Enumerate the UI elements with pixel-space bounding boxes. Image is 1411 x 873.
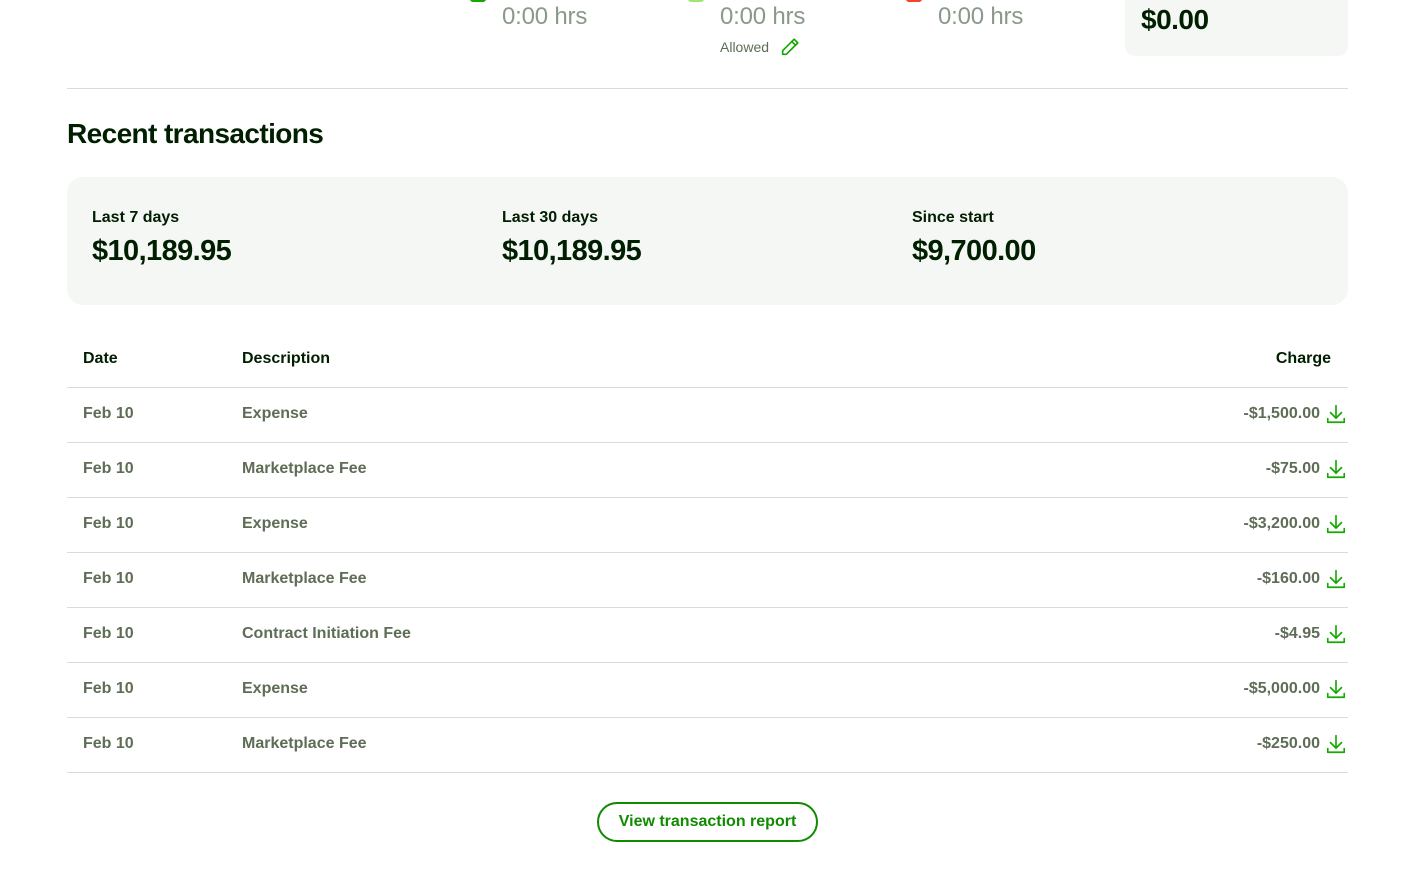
download-icon[interactable] <box>1325 623 1347 645</box>
table-row: Feb 10 Marketplace Fee -$250.00 <box>67 718 1348 773</box>
row-description: Expense <box>242 405 308 422</box>
summary-value: $10,189.95 <box>502 235 642 267</box>
pencil-icon[interactable] <box>779 36 801 58</box>
table-row: Feb 10 Expense -$5,000.00 <box>67 663 1348 718</box>
hours-value: 0:00 hrs <box>502 3 588 30</box>
table-header: Date Description Charge <box>67 333 1348 388</box>
row-charge: -$250.00 <box>1256 735 1320 752</box>
balance-card: $0.00 <box>1125 0 1348 56</box>
row-date: Feb 10 <box>83 405 134 422</box>
row-description: Marketplace Fee <box>242 570 367 587</box>
download-icon[interactable] <box>1325 733 1347 755</box>
row-date: Feb 10 <box>83 460 134 477</box>
row-description: Expense <box>242 515 308 532</box>
summary-value: $9,700.00 <box>912 235 1036 267</box>
summary-label: Last 30 days <box>502 209 599 226</box>
download-icon[interactable] <box>1325 568 1347 590</box>
row-charge: -$4.95 <box>1274 625 1320 642</box>
view-transaction-report-button[interactable]: View transaction report <box>597 802 818 842</box>
summary-label: Last 7 days <box>92 209 180 226</box>
section-divider <box>67 88 1348 89</box>
row-date: Feb 10 <box>83 570 134 587</box>
column-header-date: Date <box>83 350 118 367</box>
row-charge: -$75.00 <box>1265 460 1320 477</box>
row-charge: -$5,000.00 <box>1243 680 1320 697</box>
row-date: Feb 10 <box>83 680 134 697</box>
row-description: Marketplace Fee <box>242 460 367 477</box>
download-icon[interactable] <box>1325 458 1347 480</box>
column-header-description: Description <box>242 350 331 367</box>
hours-item-limit: 0:00 hrs Allowed <box>688 0 806 58</box>
row-description: Expense <box>242 680 308 697</box>
row-description: Marketplace Fee <box>242 735 367 752</box>
summary-last-30-days: Last 30 days $10,189.95 <box>502 209 642 268</box>
legend-swatch-green <box>470 0 486 2</box>
allowed-label: Allowed <box>720 39 770 55</box>
section-title: Recent transactions <box>67 118 324 149</box>
column-header-charge: Charge <box>1275 350 1331 367</box>
table-row: Feb 10 Marketplace Fee -$160.00 <box>67 553 1348 608</box>
row-date: Feb 10 <box>83 515 134 532</box>
hours-value: 0:00 hrs <box>938 3 1024 30</box>
legend-swatch-red <box>906 0 922 2</box>
transactions-table: Date Description Charge Feb 10 Expense -$1… <box>67 333 1348 773</box>
hours-item-worked: 0:00 hrs <box>470 0 588 34</box>
legend-swatch-lightgreen <box>688 0 704 2</box>
row-charge: -$3,200.00 <box>1243 515 1320 532</box>
hours-value: 0:00 hrs <box>720 3 806 30</box>
allowed-row: Allowed <box>720 36 805 58</box>
row-date: Feb 10 <box>83 735 134 752</box>
hours-item-overtime: 0:00 hrs <box>906 0 1024 34</box>
row-charge: -$160.00 <box>1256 570 1320 587</box>
row-date: Feb 10 <box>83 625 134 642</box>
table-row: Feb 10 Marketplace Fee -$75.00 <box>67 443 1348 498</box>
download-icon[interactable] <box>1325 678 1347 700</box>
transactions-summary: Last 7 days $10,189.95 Last 30 days $10,… <box>67 177 1348 305</box>
summary-since-start: Since start $9,700.00 <box>912 209 1036 268</box>
row-charge: -$1,500.00 <box>1243 405 1320 422</box>
table-row: Feb 10 Expense -$1,500.00 <box>67 388 1348 443</box>
balance-value: $0.00 <box>1141 4 1209 35</box>
summary-label: Since start <box>912 209 994 226</box>
download-icon[interactable] <box>1325 403 1347 425</box>
table-row: Feb 10 Contract Initiation Fee -$4.95 <box>67 608 1348 663</box>
summary-last-7-days: Last 7 days $10,189.95 <box>92 209 232 268</box>
download-icon[interactable] <box>1325 513 1347 535</box>
table-body: Feb 10 Expense -$1,500.00 Feb 10 Marketplace… <box>67 388 1348 773</box>
table-row: Feb 10 Expense -$3,200.00 <box>67 498 1348 553</box>
summary-value: $10,189.95 <box>92 235 232 267</box>
row-description: Contract Initiation Fee <box>242 625 411 642</box>
